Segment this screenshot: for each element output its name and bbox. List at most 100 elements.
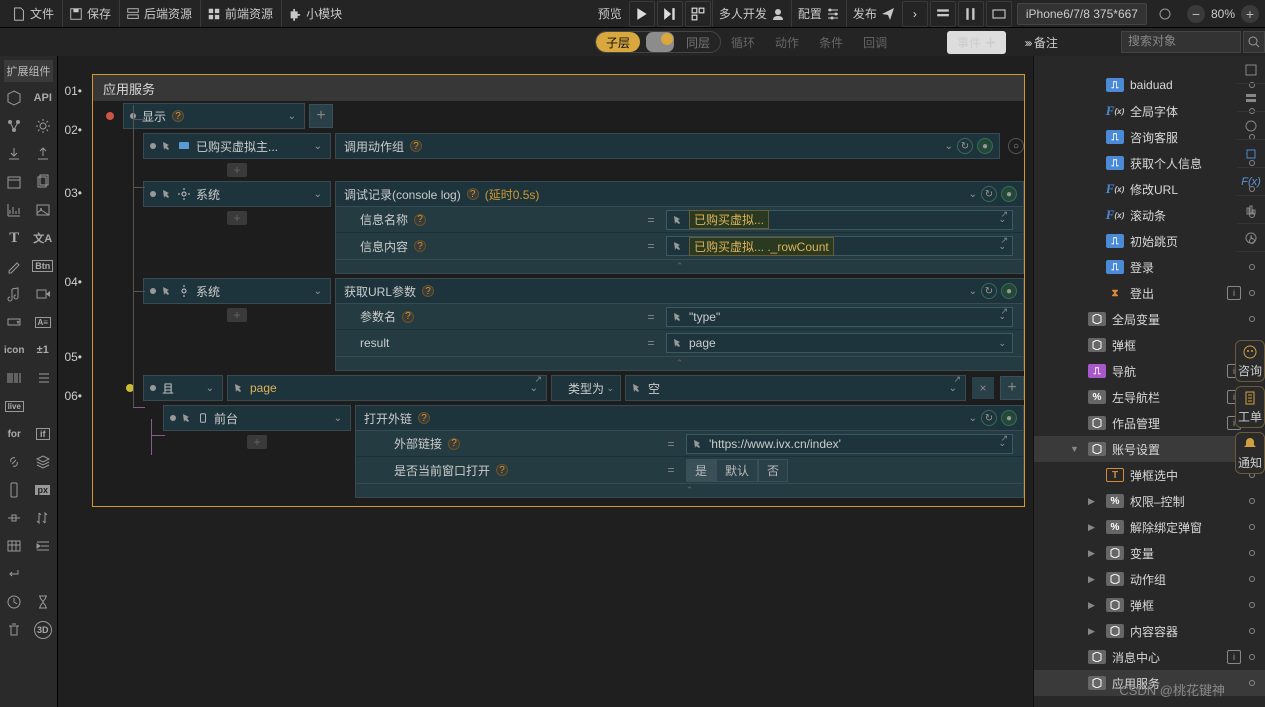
tree-item[interactable]: ▶%权限–控制 xyxy=(1034,488,1265,514)
tree-item[interactable]: ⎍导航i xyxy=(1034,358,1265,384)
layout2-button[interactable] xyxy=(958,1,984,27)
tool-table[interactable] xyxy=(0,532,29,560)
play-next-button[interactable] xyxy=(657,1,683,27)
cond-val[interactable]: 空⌄↗ xyxy=(625,375,966,401)
param-value[interactable]: 已购买虚拟... ._rowCount⌄↗ xyxy=(666,236,1013,256)
consult-button[interactable]: 咨询 xyxy=(1235,340,1265,382)
tool-audio[interactable] xyxy=(0,280,29,308)
node-display[interactable]: 显示?⌄ xyxy=(123,103,305,129)
tool-return[interactable] xyxy=(0,560,29,588)
publish[interactable]: 发布 xyxy=(846,0,901,27)
add-button[interactable]: + xyxy=(227,163,247,177)
tool-number[interactable]: ±1 xyxy=(29,336,58,364)
tool-for[interactable]: for xyxy=(0,420,29,448)
tool-barcode[interactable] xyxy=(0,364,29,392)
remark-button[interactable]: ››› 备注 xyxy=(1024,34,1057,51)
tree-item[interactable]: ▶内容容器 xyxy=(1034,618,1265,644)
menu-save[interactable]: 保存 xyxy=(62,0,117,27)
tool-chart[interactable] xyxy=(0,196,29,224)
rtab-6[interactable] xyxy=(1237,224,1265,252)
zoom-out-button[interactable]: − xyxy=(1187,5,1205,23)
config[interactable]: 配置 xyxy=(791,0,846,27)
tool-btn[interactable]: Btn xyxy=(29,252,58,280)
action-get-url[interactable]: 获取URL参数? ⌄↻● xyxy=(335,278,1024,304)
tool-form[interactable]: A≡ xyxy=(29,308,58,336)
menu-frontend[interactable]: 前端资源 xyxy=(200,0,279,27)
tree-item[interactable]: ▶变量 xyxy=(1034,540,1265,566)
rtab-1[interactable] xyxy=(1237,56,1265,84)
tab-action[interactable]: 动作 xyxy=(765,31,809,54)
tool-3d[interactable]: 3D xyxy=(29,616,58,644)
tool-edit[interactable] xyxy=(0,252,29,280)
param-value[interactable]: 已购买虚拟...⌄↗ xyxy=(666,210,1013,230)
param-value[interactable]: 'https://www.ivx.cn/index'⌄↗ xyxy=(686,434,1013,454)
tool-clock[interactable] xyxy=(0,588,29,616)
rtab-5[interactable] xyxy=(1237,196,1265,224)
add-child-button[interactable]: + xyxy=(309,104,333,128)
tree-item[interactable]: ⎍咨询客服 xyxy=(1034,124,1265,150)
action-console-log[interactable]: 调试记录(console log)? (延时0.5s) ⌄↻● xyxy=(335,181,1024,207)
tab-cond[interactable]: 条件 xyxy=(809,31,853,54)
bool-toggle[interactable]: 是默认否 xyxy=(686,459,788,482)
tree-item[interactable]: ▼账号设置 xyxy=(1034,436,1265,462)
zoom-in-button[interactable]: + xyxy=(1241,5,1259,23)
search-input[interactable]: 搜索对象 xyxy=(1121,31,1241,53)
tool-hourglass[interactable] xyxy=(29,588,58,616)
tool-live[interactable]: live xyxy=(0,392,29,420)
target-button[interactable] xyxy=(1152,1,1178,27)
tool-slider[interactable] xyxy=(0,504,29,532)
tree-item[interactable]: F(x)修改URL xyxy=(1034,176,1265,202)
tool-gear[interactable] xyxy=(29,112,58,140)
multi-dev[interactable]: 多人开发 xyxy=(712,0,791,27)
layout1-button[interactable] xyxy=(930,1,956,27)
tool-icon[interactable]: icon xyxy=(0,336,29,364)
qr-button[interactable] xyxy=(685,1,711,27)
tool-layers[interactable] xyxy=(29,448,58,476)
tool-trash[interactable] xyxy=(0,616,29,644)
add-button[interactable]: + xyxy=(227,308,247,322)
tool-sort[interactable] xyxy=(29,504,58,532)
tree-item[interactable]: 全局变量 xyxy=(1034,306,1265,332)
node-system-2[interactable]: 系统⌄ xyxy=(143,278,331,304)
menu-file[interactable]: 文件 xyxy=(6,0,60,27)
param-value[interactable]: page⌄ xyxy=(666,333,1013,353)
tool-image[interactable] xyxy=(29,196,58,224)
menu-module[interactable]: 小模块 xyxy=(281,0,348,27)
tool-link[interactable] xyxy=(0,448,29,476)
tree-item[interactable]: ⎍baiduad xyxy=(1034,72,1265,98)
rtab-4[interactable] xyxy=(1237,140,1265,168)
tree-item[interactable]: ⎍登录 xyxy=(1034,254,1265,280)
node-purchased[interactable]: 已购买虚拟主...⌄ xyxy=(143,133,331,159)
tool-video[interactable] xyxy=(29,280,58,308)
tool-share[interactable] xyxy=(0,112,29,140)
notice-button[interactable]: 通知 xyxy=(1235,432,1265,474)
tree-item[interactable]: ▶动作组 xyxy=(1034,566,1265,592)
action-open-link[interactable]: 打开外链? ⌄↻● xyxy=(355,405,1024,431)
menu-backend[interactable]: 后端资源 xyxy=(119,0,198,27)
order-button[interactable]: 工单 xyxy=(1235,386,1265,428)
rtab-3[interactable] xyxy=(1237,112,1265,140)
next-button[interactable]: › xyxy=(902,1,928,27)
node-frontend[interactable]: 前台⌄ xyxy=(163,405,351,431)
cond-op[interactable]: 类型为⌄ xyxy=(551,375,621,401)
tab-loop[interactable]: 循环 xyxy=(721,31,765,54)
tool-phone[interactable] xyxy=(0,476,29,504)
tab-event[interactable]: 事件 ＋ xyxy=(947,31,1006,54)
tool-indent[interactable] xyxy=(29,532,58,560)
tool-translate[interactable]: 文A xyxy=(29,224,58,252)
node-system-1[interactable]: 系统⌄ xyxy=(143,181,331,207)
tree-item[interactable]: ▶弹框 xyxy=(1034,592,1265,618)
tree-item[interactable]: ⧗登出i xyxy=(1034,280,1265,306)
tool-px[interactable]: px xyxy=(29,476,58,504)
tree-item[interactable]: %左导航栏i xyxy=(1034,384,1265,410)
param-value[interactable]: "type"⌄↗ xyxy=(666,307,1013,327)
remove-cond-button[interactable]: × xyxy=(972,377,994,399)
tree-item[interactable]: ⎍获取个人信息 xyxy=(1034,150,1265,176)
tab-callback[interactable]: 回调 xyxy=(853,31,897,54)
tool-copy[interactable] xyxy=(29,168,58,196)
tool-cube[interactable] xyxy=(0,84,29,112)
tree-item[interactable]: 弹框 xyxy=(1034,332,1265,358)
node-and[interactable]: 且⌄ xyxy=(143,375,223,401)
action-call-group[interactable]: 调用动作组? ⌄↻● xyxy=(335,133,1000,159)
tool-upload[interactable] xyxy=(29,140,58,168)
